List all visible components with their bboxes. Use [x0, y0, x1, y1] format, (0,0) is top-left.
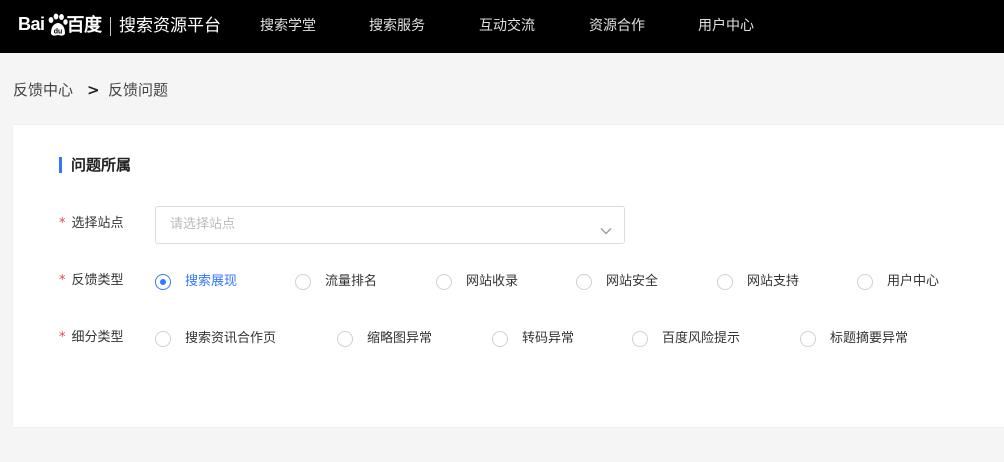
radio-circle[interactable]	[576, 274, 592, 290]
logo-text-left: Bai	[18, 13, 45, 34]
radio-feedback-search-display[interactable]: 搜索展现	[155, 272, 237, 292]
radio-circle[interactable]	[800, 331, 816, 347]
radio-feedback-site-support[interactable]: 网站支持	[717, 272, 799, 292]
radio-circle[interactable]	[492, 331, 508, 347]
breadcrumb-current: 反馈问题	[108, 81, 169, 99]
required-mark: *	[59, 330, 66, 345]
radio-circle[interactable]	[717, 274, 733, 290]
feedback-type-label: * 反馈类型	[59, 271, 124, 291]
radio-label[interactable]: 百度风险提示	[662, 330, 740, 348]
paw-icon: du	[46, 13, 68, 36]
feedback-type-label-text: 反馈类型	[71, 273, 124, 288]
nav-item-user-center[interactable]: 用户中心	[698, 15, 754, 37]
radio-feedback-site-security[interactable]: 网站安全	[576, 272, 658, 292]
site-label-text: 选择站点	[71, 216, 124, 231]
site-label: * 选择站点	[59, 214, 124, 234]
baidu-logo[interactable]: Bai du 百度	[18, 9, 102, 39]
radio-subtype-title-summary-error[interactable]: 标题摘要异常	[800, 329, 908, 349]
site-select-placeholder: 请选择站点	[170, 217, 236, 232]
radio-circle[interactable]	[295, 274, 311, 290]
breadcrumb-root[interactable]: 反馈中心	[13, 80, 73, 100]
required-mark: *	[59, 216, 66, 231]
site-select[interactable]: 请选择站点	[155, 206, 625, 244]
nav-item-cooperation[interactable]: 资源合作	[589, 15, 645, 37]
logo-divider	[110, 17, 111, 36]
radio-subtype-risk-warning[interactable]: 百度风险提示	[632, 329, 740, 349]
radio-label[interactable]: 搜索展现	[185, 273, 237, 291]
radio-subtype-transcoding-error[interactable]: 转码异常	[492, 329, 574, 349]
radio-label[interactable]: 网站安全	[606, 273, 658, 291]
required-mark: *	[59, 273, 66, 288]
top-navigation-bar: Bai du 百度 搜索资源平台 搜索学堂 搜索服务 互动交流 资源合作 用户中…	[0, 0, 1004, 53]
radio-label[interactable]: 网站收录	[466, 273, 518, 291]
breadcrumb-separator: >	[87, 81, 100, 99]
logo-text-right: 百度	[66, 15, 103, 35]
radio-feedback-user-center[interactable]: 用户中心	[857, 272, 939, 292]
svg-text:du: du	[53, 29, 62, 36]
radio-subtype-thumbnail-error[interactable]: 缩略图异常	[337, 329, 432, 349]
radio-circle[interactable]	[155, 274, 171, 290]
radio-feedback-site-indexing[interactable]: 网站收录	[436, 272, 518, 292]
radio-feedback-traffic-ranking[interactable]: 流量排名	[295, 272, 377, 292]
radio-circle[interactable]	[155, 331, 171, 347]
radio-label[interactable]: 标题摘要异常	[830, 330, 908, 348]
radio-circle[interactable]	[857, 274, 873, 290]
radio-label[interactable]: 网站支持	[747, 273, 799, 291]
section-accent-bar	[59, 157, 62, 173]
radio-circle[interactable]	[337, 331, 353, 347]
nav-item-search-service[interactable]: 搜索服务	[369, 15, 425, 37]
radio-label[interactable]: 缩略图异常	[367, 330, 432, 348]
platform-title: 搜索资源平台	[119, 16, 221, 36]
sub-type-label-text: 细分类型	[71, 330, 124, 345]
radio-label[interactable]: 搜索资讯合作页	[185, 330, 276, 348]
radio-label[interactable]: 流量排名	[325, 273, 377, 291]
sub-type-label: * 细分类型	[59, 328, 124, 348]
radio-label[interactable]: 转码异常	[522, 330, 574, 348]
nav-item-community[interactable]: 互动交流	[479, 15, 535, 37]
section-title: 问题所属	[71, 156, 132, 174]
radio-circle[interactable]	[632, 331, 648, 347]
radio-subtype-news-cooperation[interactable]: 搜索资讯合作页	[155, 329, 276, 349]
chevron-down-icon	[600, 220, 612, 239]
radio-label[interactable]: 用户中心	[887, 273, 939, 291]
radio-circle[interactable]	[436, 274, 452, 290]
nav-item-search-academy[interactable]: 搜索学堂	[260, 15, 316, 37]
